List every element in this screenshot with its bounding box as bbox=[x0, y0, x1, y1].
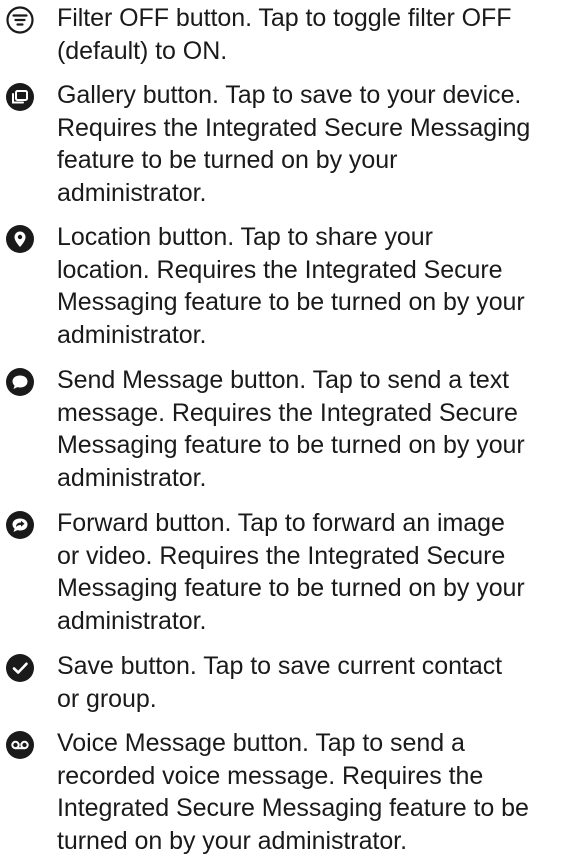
item-description: Voice Message button. Tap to send a reco… bbox=[57, 729, 529, 855]
forward-icon bbox=[5, 510, 35, 540]
button-description-list: Filter OFF button. Tap to toggle filter … bbox=[0, 0, 579, 855]
gallery-icon bbox=[5, 82, 35, 112]
item-description: Send Message button. Tap to send a text … bbox=[57, 366, 525, 492]
list-item-save: Save button. Tap to save current contact… bbox=[0, 650, 579, 715]
list-item-send-message: Send Message button. Tap to send a text … bbox=[0, 364, 579, 494]
list-item-location: Location button. Tap to share your locat… bbox=[0, 221, 579, 351]
list-item-voice-message: Voice Message button. Tap to send a reco… bbox=[0, 727, 579, 857]
item-description: Location button. Tap to share your locat… bbox=[57, 223, 525, 349]
item-description: Forward button. Tap to forward an image … bbox=[57, 509, 525, 635]
location-pin-icon bbox=[5, 224, 35, 254]
chat-bubble-icon bbox=[5, 367, 35, 397]
item-description: Gallery button. Tap to save to your devi… bbox=[57, 81, 531, 207]
voicemail-icon bbox=[5, 730, 35, 760]
item-description: Filter OFF button. Tap to toggle filter … bbox=[57, 4, 512, 65]
item-description: Save button. Tap to save current contact… bbox=[57, 652, 503, 713]
checkmark-icon bbox=[5, 653, 35, 683]
filter-off-icon bbox=[5, 5, 35, 35]
list-item-gallery: Gallery button. Tap to save to your devi… bbox=[0, 79, 579, 209]
list-item-forward: Forward button. Tap to forward an image … bbox=[0, 507, 579, 637]
list-item-filter: Filter OFF button. Tap to toggle filter … bbox=[0, 2, 579, 67]
